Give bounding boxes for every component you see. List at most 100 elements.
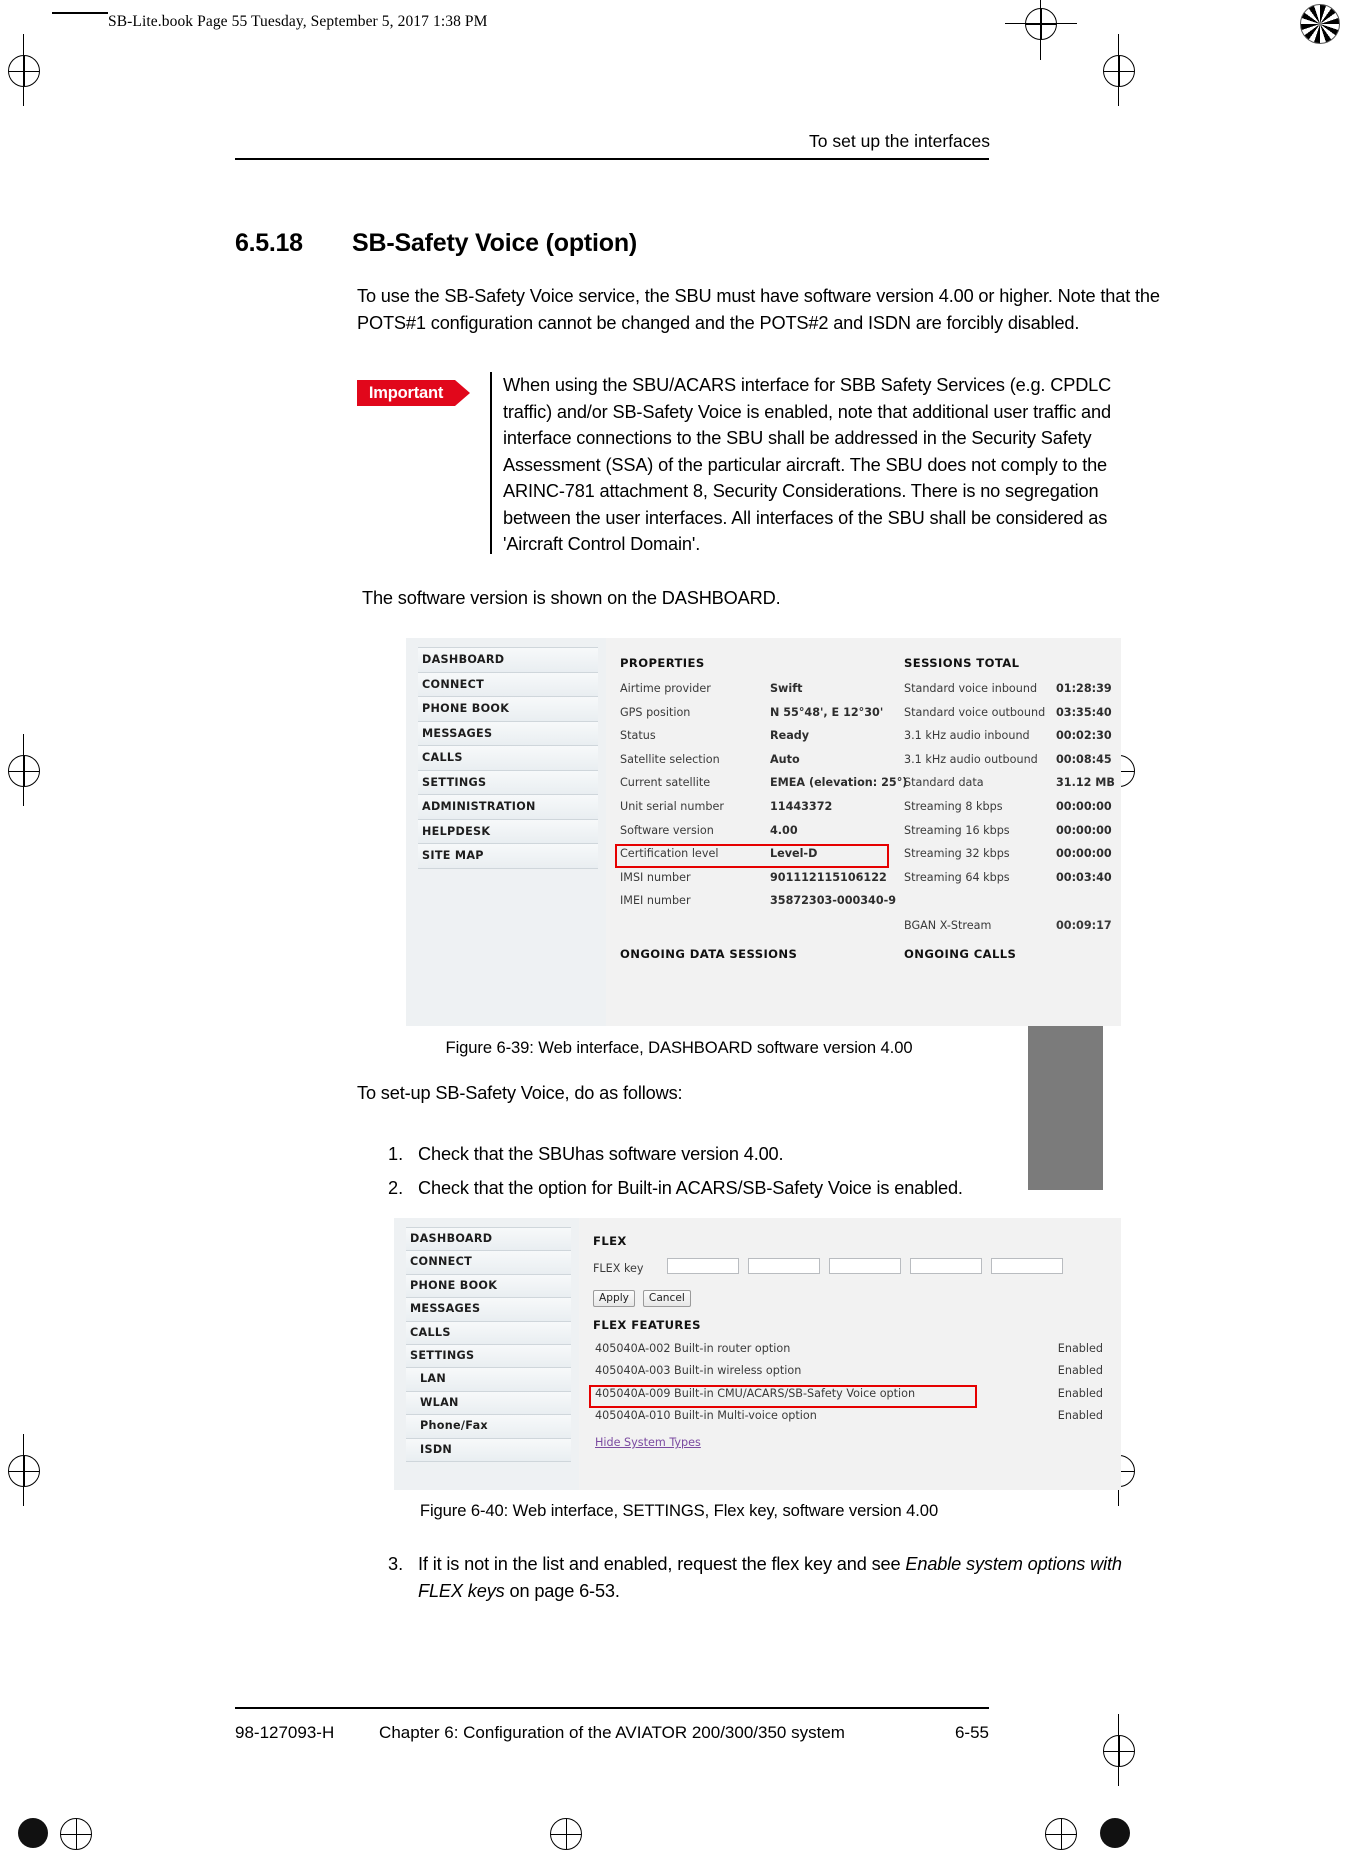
session-value: 00:00:00 xyxy=(1056,823,1112,837)
session-value: 00:00:00 xyxy=(1056,847,1112,861)
session-label: Streaming 16 kbps xyxy=(904,823,1010,837)
sidebar-item-phone-fax[interactable]: Phone/Fax xyxy=(406,1414,571,1439)
property-value: EMEA (elevation: 25°) xyxy=(770,776,908,790)
sidebar-item-connect[interactable]: CONNECT xyxy=(418,671,598,697)
step-3-number: 3. xyxy=(388,1554,404,1574)
session-label: 3.1 kHz audio inbound xyxy=(904,729,1030,743)
figure-flex-screenshot: DASHBOARD CONNECT PHONE BOOK MESSAGES CALLS S… xyxy=(394,1218,1121,1490)
property-value: Swift xyxy=(770,682,803,695)
sidebar-item-helpdesk[interactable]: HELPDESK xyxy=(418,818,598,844)
sidebar-item-phone-book[interactable]: PHONE BOOK xyxy=(418,696,598,722)
list-item: 405040A-002 Built-in router option Enable… xyxy=(593,1342,1111,1364)
session-label: Streaming 8 kbps xyxy=(904,799,1003,813)
flex-button-row: Apply Cancel xyxy=(593,1290,691,1307)
property-label: GPS position xyxy=(620,705,691,719)
document-page: SB-Lite.book Page 55 Tuesday, September … xyxy=(0,0,1358,1873)
status-badge: Enabled xyxy=(1057,1409,1103,1423)
footer-chapter: Chapter 6: Configuration of the AVIATOR … xyxy=(379,1723,845,1742)
step-1: 1. Check that the SBUhas software versio… xyxy=(388,1141,1148,1168)
apply-button[interactable]: Apply xyxy=(593,1290,635,1307)
property-value: 11443372 xyxy=(770,799,833,813)
step-1-text: Check that the SBUhas software version 4… xyxy=(418,1144,784,1164)
status-badge: Enabled xyxy=(1057,1342,1103,1355)
bgan-xstream-label: BGAN X-Stream xyxy=(904,919,992,932)
page-footer: 98-127093-H Chapter 6: Configuration of … xyxy=(235,1723,989,1743)
property-label: Unit serial number xyxy=(620,799,724,813)
property-label: Airtime provider xyxy=(620,682,711,695)
step-3-part2: on page 6-53. xyxy=(504,1580,620,1601)
flex-key-field-5[interactable] xyxy=(991,1258,1063,1274)
page-content: To set up the interfaces 6.5.18 SB-Safet… xyxy=(0,0,1358,1873)
section-title: SB-Safety Voice (option) xyxy=(352,229,638,257)
callout-divider xyxy=(490,372,492,554)
footer-rule xyxy=(235,1707,989,1710)
figure-2-caption: Figure 6-40: Web interface, SETTINGS, Fl… xyxy=(419,1501,939,1520)
session-label: Standard voice inbound xyxy=(904,682,1038,695)
sidebar-item-lan[interactable]: LAN xyxy=(406,1367,571,1392)
web-nav-list: DASHBOARD CONNECT PHONE BOOK MESSAGES CALLS S… xyxy=(418,647,598,869)
sidebar-item-messages[interactable]: MESSAGES xyxy=(418,720,598,746)
property-value: Ready xyxy=(770,729,810,743)
important-badge-arrow-icon xyxy=(455,380,470,406)
step-2: 2. Check that the option for Built-in AC… xyxy=(388,1175,1148,1202)
property-value: 4.00 xyxy=(770,823,798,837)
sidebar-item-messages[interactable]: MESSAGES xyxy=(406,1297,571,1322)
sidebar-item-calls[interactable]: CALLS xyxy=(418,745,598,771)
session-value: 00:00:00 xyxy=(1056,799,1112,813)
web-nav-sidebar-2: DASHBOARD CONNECT PHONE BOOK MESSAGES CALLS S… xyxy=(394,1218,579,1490)
setup-lead: To set-up SB-Safety Voice, do as follows… xyxy=(357,1083,683,1103)
step-3-text: If it is not in the list and enabled, re… xyxy=(418,1551,1168,1604)
sidebar-item-calls[interactable]: CALLS xyxy=(406,1320,571,1345)
sidebar-item-settings[interactable]: SETTINGS xyxy=(418,769,598,795)
footer-doc-number: 98-127093-H xyxy=(235,1723,335,1742)
sidebar-item-connect[interactable]: CONNECT xyxy=(406,1250,571,1275)
step-1-number: 1. xyxy=(388,1144,404,1164)
property-label: IMSI number xyxy=(620,870,691,884)
feature-label: 405040A-002 Built-in router option xyxy=(595,1342,791,1355)
status-badge: Enabled xyxy=(1057,1364,1103,1378)
flex-key-field-2[interactable] xyxy=(748,1258,820,1274)
list-item: 405040A-003 Built-in wireless option Enab… xyxy=(593,1364,1111,1386)
sidebar-item-administration[interactable]: ADMINISTRATION xyxy=(418,794,598,820)
flex-key-field-4[interactable] xyxy=(910,1258,982,1274)
flex-key-inputs[interactable] xyxy=(667,1258,1063,1274)
session-value: 01:28:39 xyxy=(1056,682,1112,695)
sidebar-item-settings[interactable]: SETTINGS xyxy=(406,1343,571,1369)
flex-key-field-1[interactable] xyxy=(667,1258,739,1274)
important-callout: Important When using the SBU/ACARS inter… xyxy=(357,372,1162,554)
section-number: 6.5.18 xyxy=(235,229,303,257)
session-label: Standard voice outbound xyxy=(904,705,1046,719)
sidebar-item-dashboard[interactable]: DASHBOARD xyxy=(406,1227,571,1252)
sidebar-item-wlan[interactable]: WLAN xyxy=(406,1390,571,1416)
flex-panel: FLEX FLEX key Apply Cancel FLEX FEATURES… xyxy=(579,1218,1121,1490)
dashboard-note: The software version is shown on the DAS… xyxy=(362,588,781,608)
session-label: 3.1 kHz audio outbound xyxy=(904,752,1038,766)
list-item: 405040A-010 Built-in Multi-voice option E… xyxy=(593,1409,1111,1431)
feature-label: 405040A-003 Built-in wireless option xyxy=(595,1364,802,1378)
property-label: Software version xyxy=(620,823,714,837)
footer-page-number: 6-55 xyxy=(954,1723,989,1742)
property-label: Status xyxy=(620,729,656,743)
sidebar-item-isdn[interactable]: ISDN xyxy=(406,1437,571,1462)
step-2-text: Check that the option for Built-in ACARS… xyxy=(418,1178,963,1198)
flex-key-label: FLEX key xyxy=(593,1262,644,1275)
flex-key-field-3[interactable] xyxy=(829,1258,901,1274)
acars-option-highlight xyxy=(589,1385,977,1408)
web-nav-list-2: DASHBOARD CONNECT PHONE BOOK MESSAGES CALLS S… xyxy=(406,1227,571,1462)
ongoing-calls-heading: ONGOING CALLS xyxy=(904,947,1017,961)
property-value: N 55°48', E 12°30' xyxy=(770,705,884,719)
cancel-button[interactable]: Cancel xyxy=(642,1290,691,1307)
property-label: IMEI number xyxy=(620,894,691,908)
sidebar-item-dashboard[interactable]: DASHBOARD xyxy=(418,647,598,673)
flex-features-heading: FLEX FEATURES xyxy=(593,1318,701,1332)
property-label: Current satellite xyxy=(620,776,711,790)
sidebar-item-phone-book[interactable]: PHONE BOOK xyxy=(406,1273,571,1299)
sidebar-item-site-map[interactable]: SITE MAP xyxy=(418,843,598,869)
sessions-total-heading: SESSIONS TOTAL xyxy=(904,656,1020,670)
flex-heading: FLEX xyxy=(593,1234,627,1248)
session-value: 03:35:40 xyxy=(1056,705,1112,719)
callout-text: When using the SBU/ACARS interface for S… xyxy=(503,375,1112,554)
software-version-highlight xyxy=(615,844,889,868)
session-value: 00:03:40 xyxy=(1056,870,1112,884)
hide-system-types-link[interactable]: Hide System Types xyxy=(595,1436,701,1449)
